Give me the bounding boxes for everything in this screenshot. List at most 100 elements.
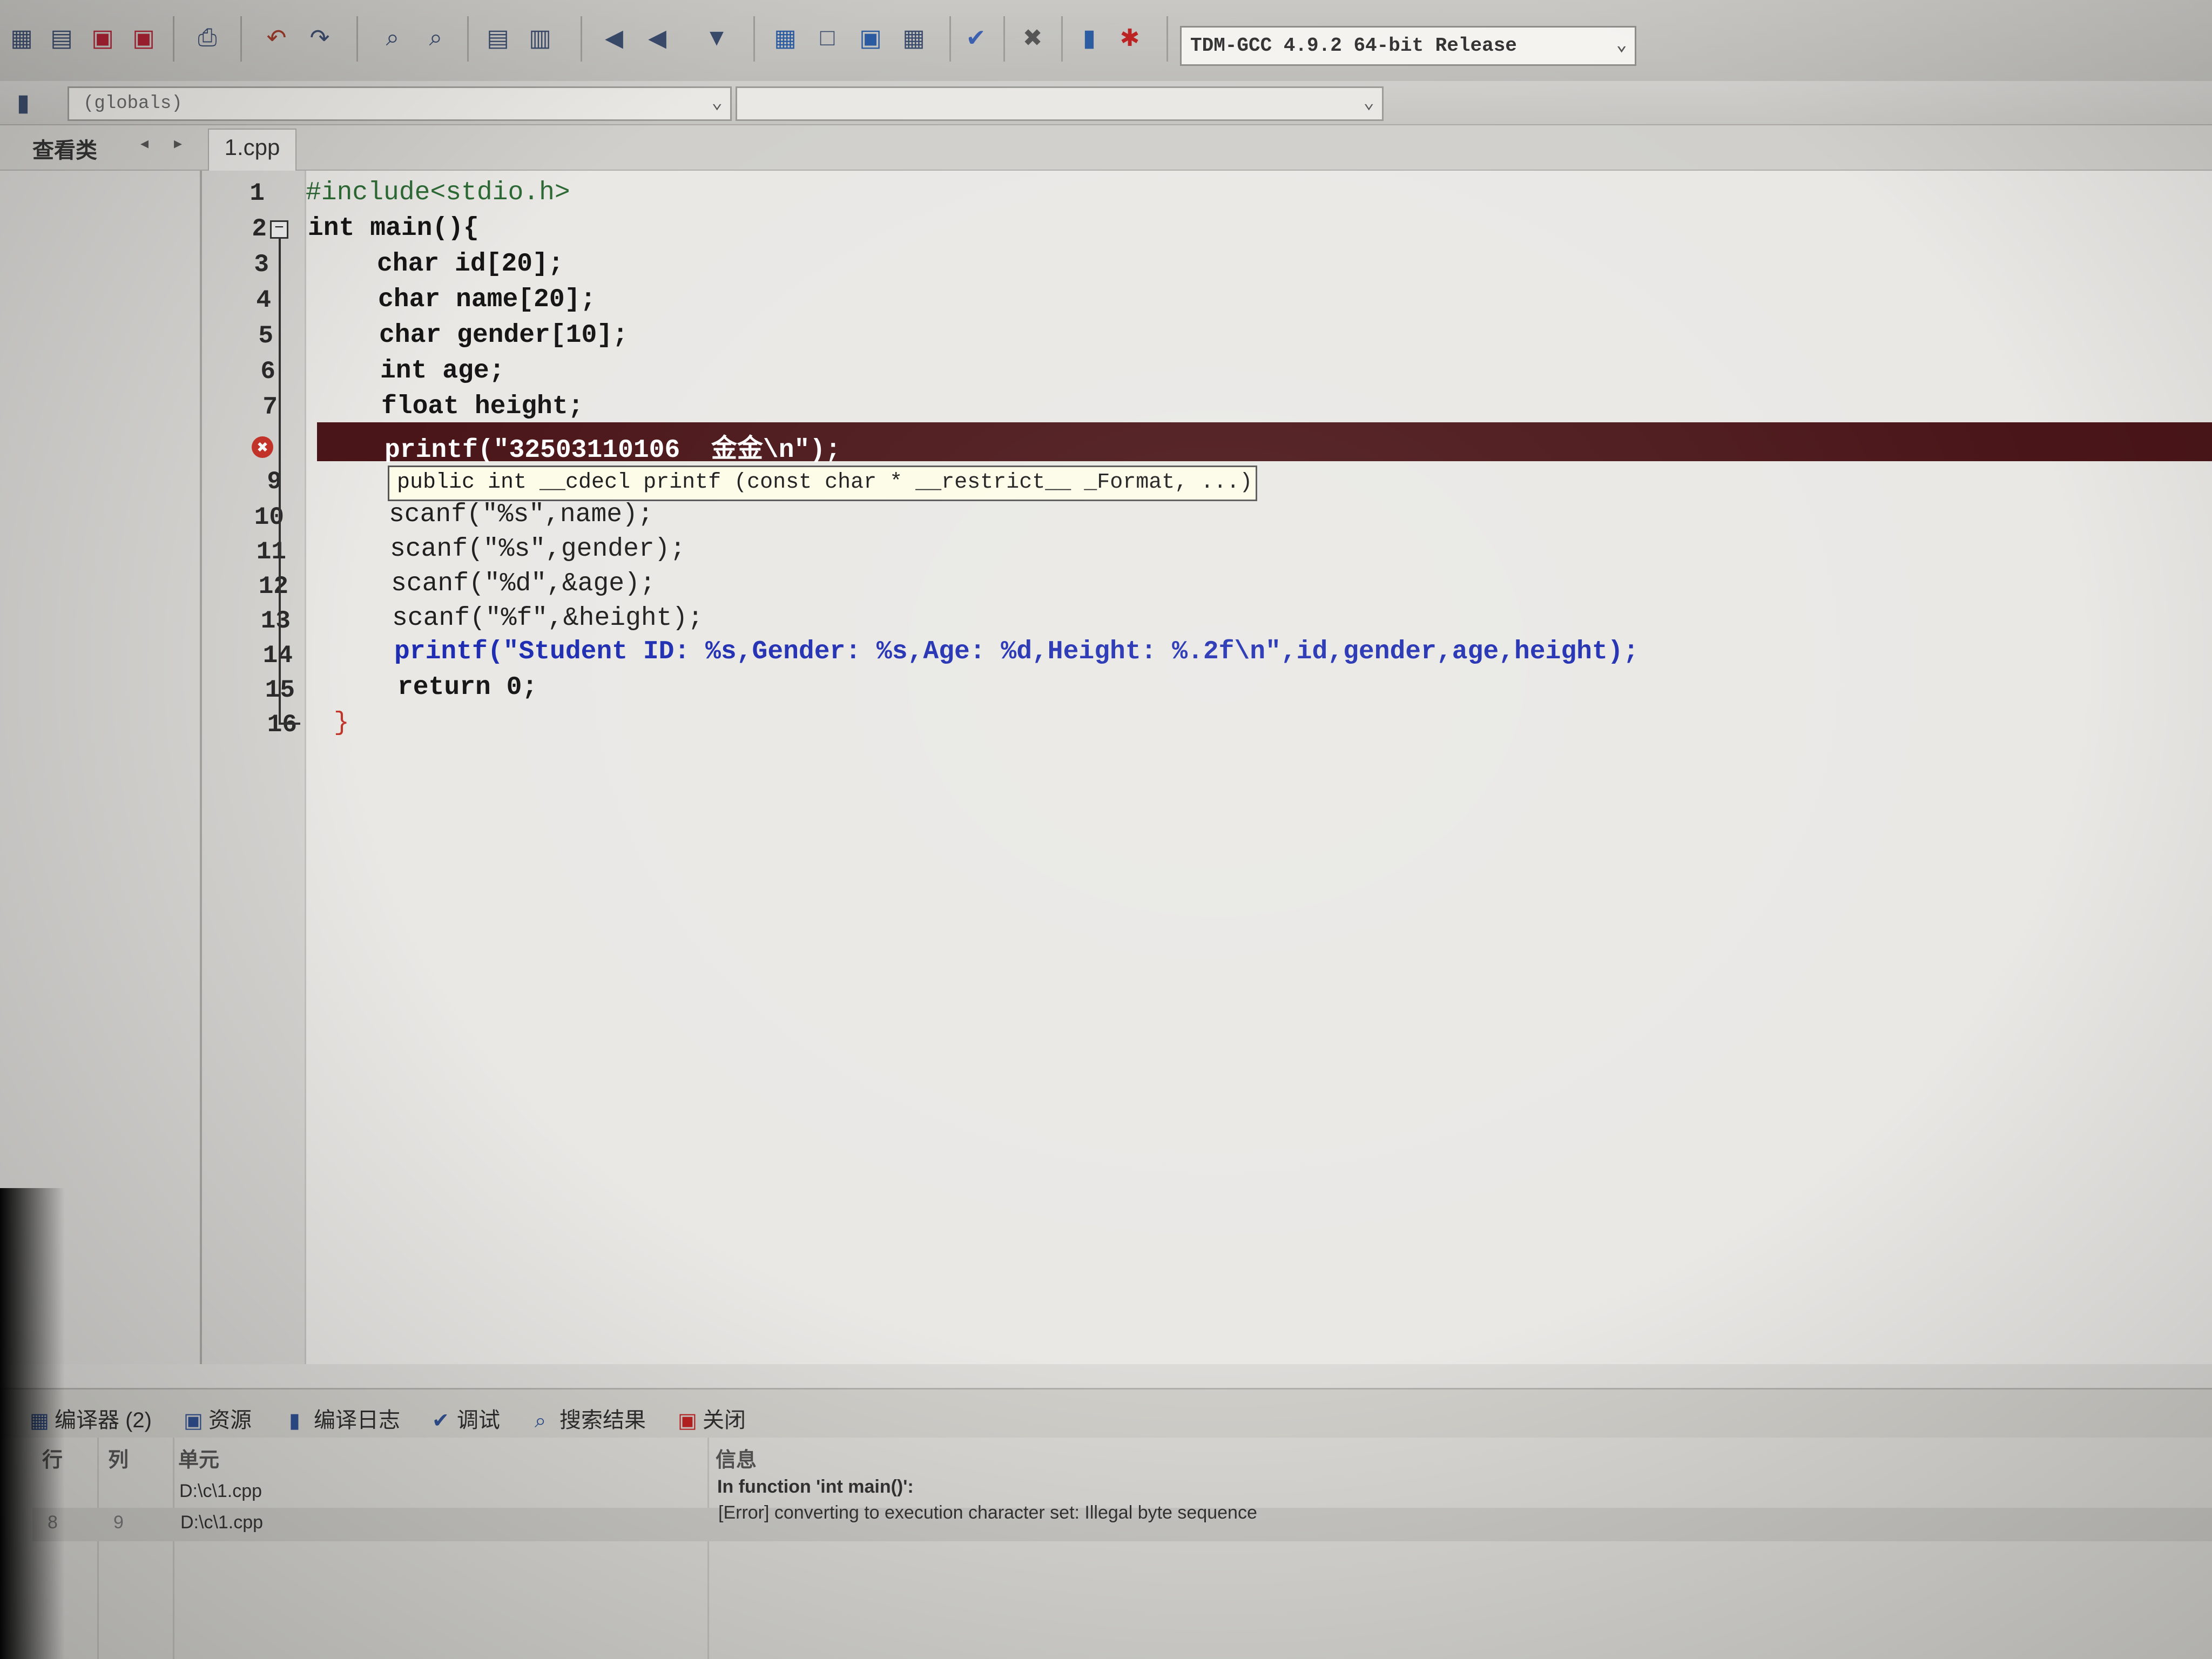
syntax-check-icon[interactable]: ✔ xyxy=(959,21,993,55)
code-line-8: printf("32503110106 金金\n"); xyxy=(385,436,841,465)
line-number: 2 xyxy=(252,215,267,243)
tab-compile-log[interactable]: ▮ 编译日志 xyxy=(289,1402,400,1434)
line-number: 10 xyxy=(254,503,284,531)
stop-execution-icon[interactable]: ✖ xyxy=(1015,21,1050,55)
replace-icon[interactable]: ⌕ xyxy=(419,21,453,55)
code-line-12: scanf("%d",&age); xyxy=(391,569,656,598)
tab-1-cpp[interactable]: 1.cpp xyxy=(208,129,296,171)
code-line-15: return 0; xyxy=(397,673,538,702)
message-info[interactable]: [Error] converting to execution characte… xyxy=(718,1502,1257,1523)
error-highlight-line: printf("32503110106 金金\n"); xyxy=(317,422,2212,465)
chevron-down-icon: ⌄ xyxy=(711,93,723,114)
line-number: 5 xyxy=(258,322,273,350)
tab-label: 调试 xyxy=(457,1408,500,1432)
code-line-1: #include<stdio.h> xyxy=(306,178,570,207)
toggle-comment-icon[interactable]: ▼ xyxy=(699,21,734,55)
find-icon[interactable]: ⌕ xyxy=(375,21,410,55)
code-line-10: scanf("%s",name); xyxy=(389,500,653,529)
output-tab-strip: ▦编译器 (2) ▣资源 ▮编译日志 ✔调试 ⌕搜索结果 ▣关闭 xyxy=(0,1388,2212,1440)
resources-icon: ▣ xyxy=(184,1410,203,1432)
save-icon[interactable]: ▣ xyxy=(85,21,120,55)
signature-tooltip: public int __cdecl printf (const char * … xyxy=(388,466,1257,501)
tab-close[interactable]: ▣ 关闭 xyxy=(678,1402,746,1434)
tab-label: 资源 xyxy=(208,1408,252,1432)
header-info: 信息 xyxy=(716,1449,757,1472)
code-line-7: float height; xyxy=(381,392,584,421)
scope-bar: ▮ (globals) ⌄ ⌄ xyxy=(0,81,2212,125)
compile-run-icon[interactable]: ▣ xyxy=(853,21,888,55)
function-select[interactable]: ⌄ xyxy=(736,86,1384,121)
line-number: 16 xyxy=(267,711,297,739)
tab-label: 搜索结果 xyxy=(559,1408,646,1432)
fold-toggle-icon[interactable]: − xyxy=(270,220,288,239)
tab-label: 编译日志 xyxy=(314,1408,400,1432)
message-info[interactable]: In function 'int main()': xyxy=(717,1476,914,1498)
class-browser-toggle-icon[interactable]: ▮ xyxy=(4,85,42,120)
run-icon[interactable]: □ xyxy=(810,21,845,55)
line-number: 14 xyxy=(262,642,293,670)
tab-debug[interactable]: ✔ 调试 xyxy=(432,1402,500,1434)
code-line-6: int age; xyxy=(380,356,505,386)
new-file-icon[interactable]: ▦ xyxy=(4,21,39,55)
close-icon: ▣ xyxy=(678,1410,697,1432)
check-icon: ✔ xyxy=(432,1410,449,1432)
chevron-down-icon: ⌄ xyxy=(1363,93,1374,114)
chevron-down-icon: ⌄ xyxy=(1616,36,1627,56)
header-unit: 单元 xyxy=(178,1449,220,1472)
class-browser-tab[interactable]: 查看类 xyxy=(32,133,97,164)
code-line-13: scanf("%f",&height); xyxy=(392,604,704,633)
debug-icon[interactable]: ✱ xyxy=(1112,21,1147,55)
tab-resources[interactable]: ▣ 资源 xyxy=(184,1402,252,1434)
redo-icon[interactable]: ↷ xyxy=(302,21,337,55)
code-line-11: scanf("%s",gender); xyxy=(390,535,686,564)
line-number: 1 xyxy=(249,179,265,207)
goto-line-icon[interactable]: ▤ xyxy=(481,21,515,55)
error-marker-icon[interactable]: ✖ xyxy=(252,436,273,458)
tab-label: 关闭 xyxy=(703,1408,746,1432)
fold-guide-end xyxy=(279,723,300,725)
indent-icon[interactable]: ◀ xyxy=(640,21,675,55)
header-col: 列 xyxy=(108,1449,129,1472)
message-unit[interactable]: D:\c\1.cpp xyxy=(179,1481,262,1502)
compiler-messages-panel: 行 列 单元 信息 D:\c\1.cpp In function 'int ma… xyxy=(0,1438,2212,1659)
compiler-select-value: TDM-GCC 4.9.2 64-bit Release xyxy=(1190,35,1517,57)
editor-tab-strip: 查看类 ◂ ▸ 1.cpp xyxy=(0,125,2212,171)
monitor-bezel xyxy=(0,1188,65,1659)
main-toolbar: ▦ ▤ ▣ ▣ ⎙ ↶ ↷ ⌕ ⌕ ▤ ▥ ◀ ◀ ▼ ▦ □ ▣ ▦ ✔ ✖ … xyxy=(0,0,2212,82)
line-number: 13 xyxy=(260,607,291,635)
profile-icon[interactable]: ▮ xyxy=(1072,21,1107,55)
tab-label: 编译器 (2) xyxy=(55,1408,152,1432)
rebuild-all-icon[interactable]: ▦ xyxy=(896,21,931,55)
line-number: 7 xyxy=(262,393,278,421)
code-line-4: char name[20]; xyxy=(378,285,596,314)
line-number: 9 xyxy=(267,468,282,496)
dev-cpp-window: ▦ ▤ ▣ ▣ ⎙ ↶ ↷ ⌕ ⌕ ▤ ▥ ◀ ◀ ▼ ▦ □ ▣ ▦ ✔ ✖ … xyxy=(0,0,2212,1659)
message-unit[interactable]: D:\c\1.cpp xyxy=(180,1512,263,1533)
print-icon[interactable]: ⎙ xyxy=(190,21,225,55)
code-line-16: } xyxy=(334,709,349,738)
line-number: 6 xyxy=(260,358,275,386)
search-icon: ⌕ xyxy=(535,1410,547,1432)
globals-select[interactable]: (globals) ⌄ xyxy=(68,86,732,121)
open-file-icon[interactable]: ▤ xyxy=(44,21,79,55)
bar-chart-icon: ▮ xyxy=(289,1410,300,1432)
code-line-2: int main(){ xyxy=(308,214,479,243)
globals-select-value: (globals) xyxy=(83,93,183,114)
tab-scroll-right-icon[interactable]: ▸ xyxy=(174,134,182,153)
line-number: 15 xyxy=(246,676,295,704)
tab-scroll-left-icon[interactable]: ◂ xyxy=(140,134,149,153)
undo-icon[interactable]: ↶ xyxy=(259,21,294,55)
compile-icon[interactable]: ▦ xyxy=(768,21,802,55)
toggle-bookmark-icon[interactable]: ▥ xyxy=(523,21,557,55)
line-number: 4 xyxy=(256,286,271,314)
line-number: 3 xyxy=(254,251,269,279)
tab-search-results[interactable]: ⌕ 搜索结果 xyxy=(535,1402,646,1434)
line-number: 12 xyxy=(258,572,288,601)
class-browser-panel xyxy=(0,171,202,1364)
message-col[interactable]: 9 xyxy=(113,1512,124,1533)
code-line-3: char id[20]; xyxy=(377,249,564,279)
compiler-select[interactable]: TDM-GCC 4.9.2 64-bit Release ⌄ xyxy=(1180,26,1636,66)
unindent-icon[interactable]: ◀ xyxy=(597,21,631,55)
save-all-icon[interactable]: ▣ xyxy=(126,21,161,55)
code-line-5: char gender[10]; xyxy=(379,321,628,350)
